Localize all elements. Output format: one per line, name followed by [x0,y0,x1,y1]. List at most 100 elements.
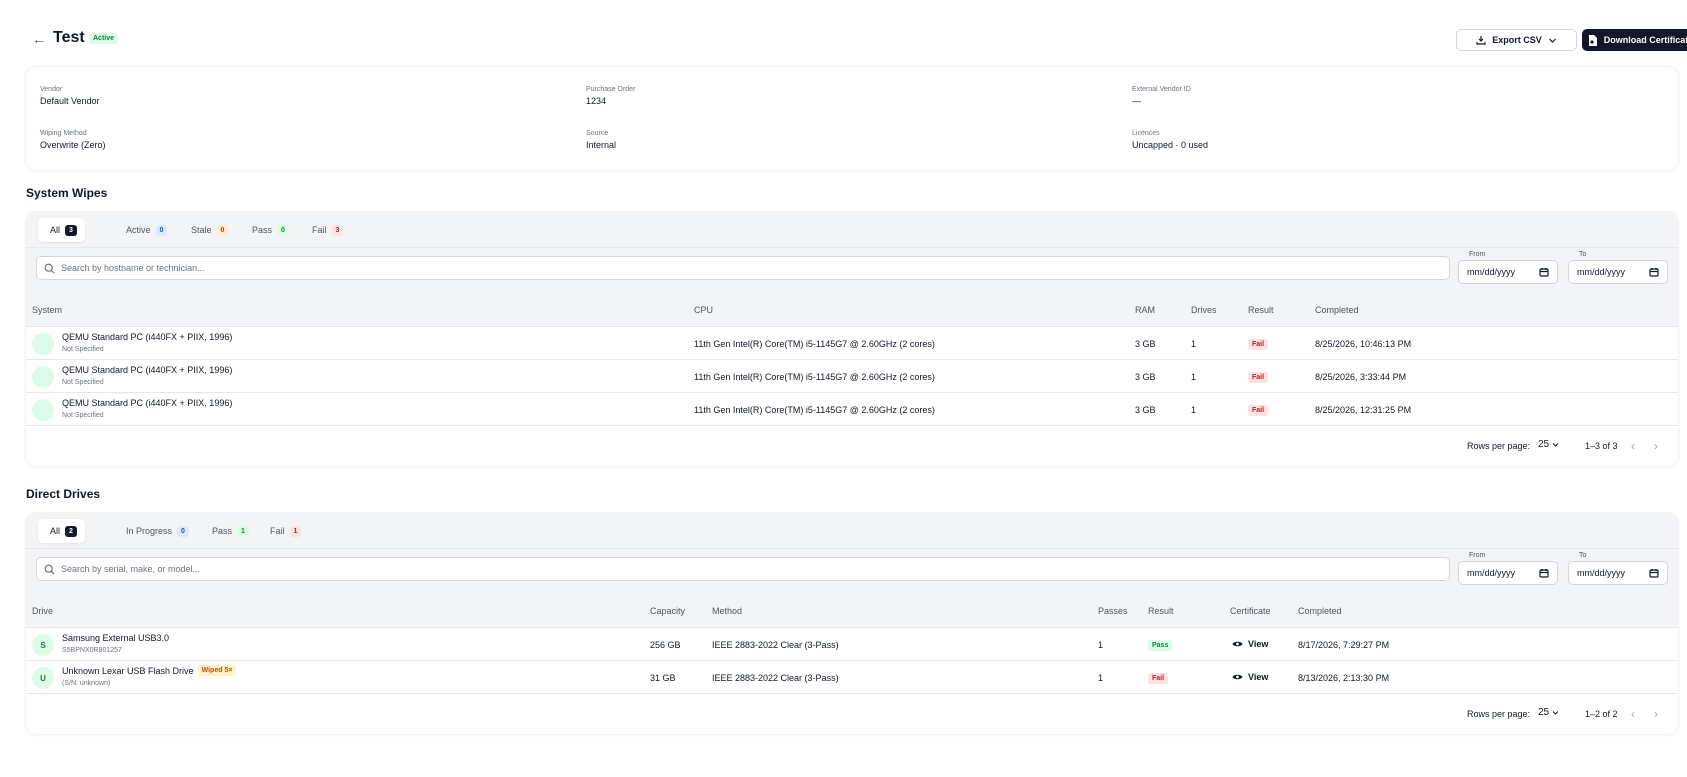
table-row[interactable]: QEMU Standard PC (i440FX + PIIX, 1996) N… [26,360,1678,393]
column-header-completed[interactable]: Completed [1298,606,1342,616]
export-csv-button[interactable]: Export CSV [1456,29,1577,51]
tab-pass[interactable]: Pass 1 [200,519,257,543]
rows-per-page-value: 25 [1538,439,1550,450]
calendar-icon[interactable] [1539,267,1549,277]
cpu-value: 11th Gen Intel(R) Core(TM) i5-1145G7 @ 2… [694,372,935,382]
tab-stale[interactable]: Stale 0 [179,218,236,242]
drive-name: Samsung External USB3.0 [62,633,170,643]
system-wipes-filters: From mm/dd/yyyy To mm/dd/yyyy [26,248,1678,293]
download-certificates-label: Download Certificates [1603,35,1687,45]
column-header-drive[interactable]: Drive [32,606,53,616]
system-name: QEMU Standard PC (i440FX + PIIX, 1996) [62,398,233,408]
method-value: IEEE 2883-2022 Clear (3-Pass) [712,640,839,650]
page-range: 1–3 of 3 [1585,441,1618,451]
search-icon [44,564,55,575]
column-header-certificate[interactable]: Certificate [1230,606,1271,616]
completed-value: 8/17/2026, 7:29:27 PM [1298,640,1390,650]
tab-fail[interactable]: Fail 3 [300,218,351,242]
purchase-order-label: Purchase Order [586,86,636,93]
tab-in-progress[interactable]: In Progress 0 [114,519,197,543]
drive-pagination: Rows per page: 25 1–2 of 2 ‹ › [26,694,1678,734]
download-icon [1476,36,1486,45]
system-search-box[interactable] [36,256,1450,280]
drive-search-box[interactable] [36,557,1450,581]
page-range: 1–2 of 2 [1585,709,1618,719]
system-search-input[interactable] [61,260,1441,276]
chevron-down-icon [1548,38,1556,43]
column-header-capacity[interactable]: Capacity [650,606,685,616]
avatar: U [32,667,54,689]
column-header-passes[interactable]: Passes [1098,606,1128,616]
system-wipes-title: System Wipes [26,186,108,200]
to-date-input[interactable]: mm/dd/yyyy [1568,260,1668,284]
chevron-right-icon[interactable]: › [1649,706,1663,722]
purchase-order-field: Purchase Order 1234 [586,86,635,106]
export-csv-label: Export CSV [1492,35,1542,45]
column-header-ram[interactable]: RAM [1135,305,1155,315]
rows-per-page-value: 25 [1538,707,1550,718]
system-table-header: System CPU RAM Drives Result Completed [26,293,1678,327]
tab-all[interactable]: All 2 [38,519,85,543]
column-header-completed[interactable]: Completed [1315,305,1359,315]
rows-per-page-select[interactable]: 25 [1538,707,1559,718]
direct-drives-filters: From mm/dd/yyyy To mm/dd/yyyy [26,549,1678,594]
tab-count: 0 [155,224,168,236]
ram-value: 3 GB [1135,372,1156,382]
tab-all[interactable]: All 3 [38,218,85,242]
system-wipes-tabs: All 3 Active 0 Stale 0 Pass 0 Fail 3 [26,212,1678,248]
view-certificate-link[interactable]: View [1232,639,1268,649]
drive-search-input[interactable] [61,561,1441,577]
system-from-date: From mm/dd/yyyy [1458,251,1558,284]
tab-label: Stale [191,225,212,235]
calendar-icon[interactable] [1539,568,1549,578]
table-row[interactable]: U Unknown Lexar USB Flash Drive Wiped 5×… [26,661,1678,694]
tab-fail[interactable]: Fail 1 [258,519,309,543]
column-header-cpu[interactable]: CPU [694,305,713,315]
column-header-method[interactable]: Method [712,606,742,616]
licences-field: Licences Uncapped · 0 used [1132,130,1208,150]
system-to-date: To mm/dd/yyyy [1568,251,1668,284]
chevron-left-icon[interactable]: ‹ [1626,706,1640,722]
completed-value: 8/25/2026, 12:31:25 PM [1315,405,1412,415]
passes-value: 1 [1098,673,1104,683]
view-certificate-link[interactable]: View [1232,672,1268,682]
back-arrow-icon[interactable]: ← [31,31,47,47]
source-value: Internal [586,140,617,150]
tab-count: 3 [65,224,77,236]
source-field: Source Internal [586,130,616,150]
vendor-value: Default Vendor [40,96,100,106]
completed-value: 8/25/2026, 10:46:13 PM [1315,339,1412,349]
to-date-input[interactable]: mm/dd/yyyy [1568,561,1668,585]
table-row[interactable]: S Samsung External USB3.0 S5BPNX0R801257… [26,628,1678,661]
drives-value: 1 [1191,405,1197,415]
table-row[interactable]: QEMU Standard PC (i440FX + PIIX, 1996) N… [26,393,1678,426]
result-badge: Fail [1148,673,1169,684]
result-badge: Fail [1248,405,1269,416]
chevron-left-icon[interactable]: ‹ [1626,438,1640,454]
tab-label: Fail [312,225,327,235]
rows-per-page-select[interactable]: 25 [1538,439,1559,450]
avatar [32,399,54,421]
source-label: Source [586,130,609,137]
table-row[interactable]: QEMU Standard PC (i440FX + PIIX, 1996) N… [26,327,1678,360]
column-header-drives[interactable]: Drives [1191,305,1217,315]
licences-value: Uncapped · 0 used [1132,140,1209,150]
tab-pass[interactable]: Pass 0 [240,218,297,242]
external-vendor-id-label: External Vendor ID [1132,86,1191,93]
calendar-icon[interactable] [1649,267,1659,277]
rows-per-page-label: Rows per page: [1467,441,1531,451]
from-date-input[interactable]: mm/dd/yyyy [1458,260,1558,284]
chevron-right-icon[interactable]: › [1649,438,1663,454]
column-header-result[interactable]: Result [1248,305,1274,315]
tab-active[interactable]: Active 0 [114,218,175,242]
column-header-system[interactable]: System [32,305,62,315]
tab-count: 3 [331,224,344,236]
from-date-input[interactable]: mm/dd/yyyy [1458,561,1558,585]
file-certificate-icon [1588,34,1597,46]
tab-count: 0 [177,525,189,537]
column-header-result[interactable]: Result [1148,606,1174,616]
calendar-icon[interactable] [1649,568,1659,578]
system-owner: Not Specified [62,412,104,419]
vendor-field: Vendor Default Vendor [40,86,100,106]
download-certificates-button[interactable]: Download Certificates [1582,29,1687,51]
